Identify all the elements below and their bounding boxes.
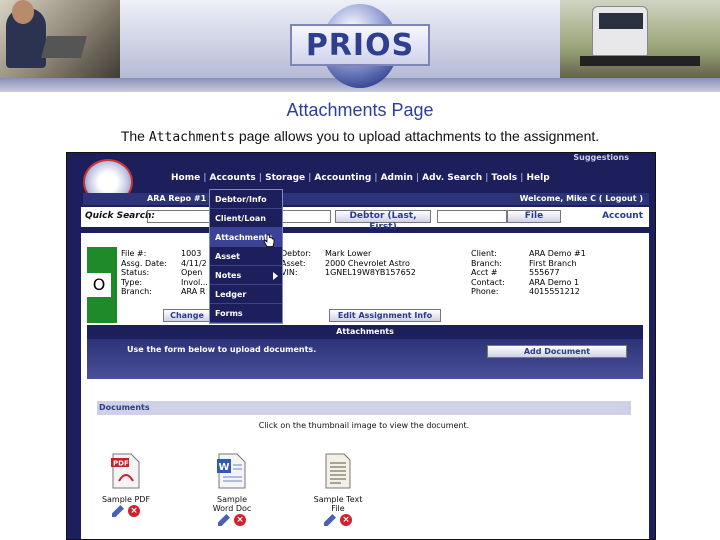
status-letter: O [87, 273, 111, 297]
svg-text:W: W [219, 462, 230, 473]
upload-bar: Use the form below to upload documents. … [87, 339, 643, 379]
suggestions-link[interactable]: Suggestions [573, 153, 629, 162]
app-screenshot: Suggestions Home | Accounts | Storage | Acc… [66, 152, 656, 540]
document-name[interactable]: Sample PDF [101, 495, 151, 504]
nav-home[interactable]: Home [171, 173, 200, 183]
documents-hint: Click on the thumbnail image to view the… [258, 421, 470, 430]
nav-tools[interactable]: Tools [491, 173, 517, 183]
nav-accounts[interactable]: Accounts [210, 173, 256, 183]
assignment-content: O File #: Assg. Date: Status: Type: Bran… [81, 233, 649, 539]
edit-icon[interactable] [324, 514, 336, 526]
banner-photo-driver [0, 0, 120, 80]
nav-admin[interactable]: Admin [381, 173, 413, 183]
edit-assignment-button[interactable]: Edit Assignment Info [329, 309, 441, 322]
info-labels-2: Debtor: Asset: VIN: [281, 249, 312, 277]
document-item: W Sample Word Doc × [207, 453, 257, 526]
info-labels-1: File #: Assg. Date: Status: Type: Branch… [121, 249, 167, 296]
menu-item-ledger[interactable]: Ledger [210, 285, 282, 304]
attachments-section-header: Attachments [87, 325, 643, 339]
add-document-button[interactable]: Add Document [487, 345, 627, 358]
prios-logo: PRIOS [290, 24, 430, 66]
menu-item-debtor-info[interactable]: Debtor/Info [210, 190, 282, 209]
hand-cursor-icon [263, 234, 275, 247]
quick-search-bar: Quick Search: Debtor (Last, First) File … [81, 207, 649, 232]
status-tab: O [87, 247, 117, 323]
menu-item-forms[interactable]: Forms [210, 304, 282, 323]
menu-item-client-loan[interactable]: Client/Loan [210, 209, 282, 228]
text-file-icon[interactable] [323, 453, 353, 489]
repo-name: ARA Repo #1 [147, 194, 207, 203]
edit-icon[interactable] [218, 514, 230, 526]
submenu-arrow-icon [273, 272, 278, 280]
pdf-icon[interactable]: PDF [111, 453, 141, 489]
accounts-dropdown-menu: Debtor/Info Client/Loan Attachments Asse… [209, 189, 283, 324]
main-nav: Home | Accounts | Storage | Accounting | Adm… [171, 173, 550, 183]
page-title: Attachments Page [286, 100, 434, 120]
laptop-icon [41, 36, 87, 58]
edit-icon[interactable] [112, 505, 124, 517]
menu-item-notes[interactable]: Notes [210, 266, 282, 285]
document-item: Sample Text File × [313, 453, 363, 526]
documents-header: Documents [97, 401, 631, 415]
file-search-button[interactable]: File [507, 210, 561, 223]
trailer [580, 56, 700, 66]
banner-photo-truck [560, 0, 720, 80]
menu-item-asset[interactable]: Asset [210, 247, 282, 266]
info-values-3: ARA Demo #1 First Branch 555677 ARA Demo… [529, 249, 586, 296]
user-bar: ARA Repo #1 Welcome, Mike C ( Logout ) [83, 193, 649, 205]
document-item: PDF Sample PDF × [101, 453, 151, 517]
word-icon[interactable]: W [217, 453, 247, 489]
page-subtitle: The Attachments page allows you to uploa… [120, 128, 600, 145]
welcome-logout[interactable]: Welcome, Mike C ( Logout ) [520, 194, 643, 203]
logo-text: PRIOS [305, 27, 415, 63]
debtor-search-button[interactable]: Debtor (Last, First) [335, 210, 431, 232]
change-button[interactable]: Change [163, 309, 211, 322]
nav-accounting[interactable]: Accounting [314, 173, 371, 183]
delete-icon[interactable]: × [128, 505, 140, 517]
nav-adv-search[interactable]: Adv. Search [422, 173, 482, 183]
delete-icon[interactable]: × [340, 514, 352, 526]
upload-instructions: Use the form below to upload documents. [127, 345, 317, 354]
file-search-input[interactable] [437, 210, 507, 223]
truck-icon [592, 6, 648, 56]
banner: PRIOS [0, 0, 720, 92]
document-name[interactable]: Sample Text File [313, 495, 363, 513]
account-link[interactable]: Account [602, 211, 643, 221]
quick-search-label: Quick Search: [85, 211, 156, 221]
document-name[interactable]: Sample Word Doc [207, 495, 257, 513]
nav-storage[interactable]: Storage [265, 173, 305, 183]
info-values-2: Mark Lower 2000 Chevrolet Astro 1GNEL19W… [325, 249, 416, 277]
delete-icon[interactable]: × [234, 514, 246, 526]
info-labels-3: Client: Branch: Acct # Contact: Phone: [471, 249, 505, 296]
driver-head [12, 0, 34, 24]
svg-text:PDF: PDF [113, 460, 129, 468]
nav-help[interactable]: Help [526, 173, 549, 183]
subtitle-keyword: Attachments [148, 130, 235, 145]
